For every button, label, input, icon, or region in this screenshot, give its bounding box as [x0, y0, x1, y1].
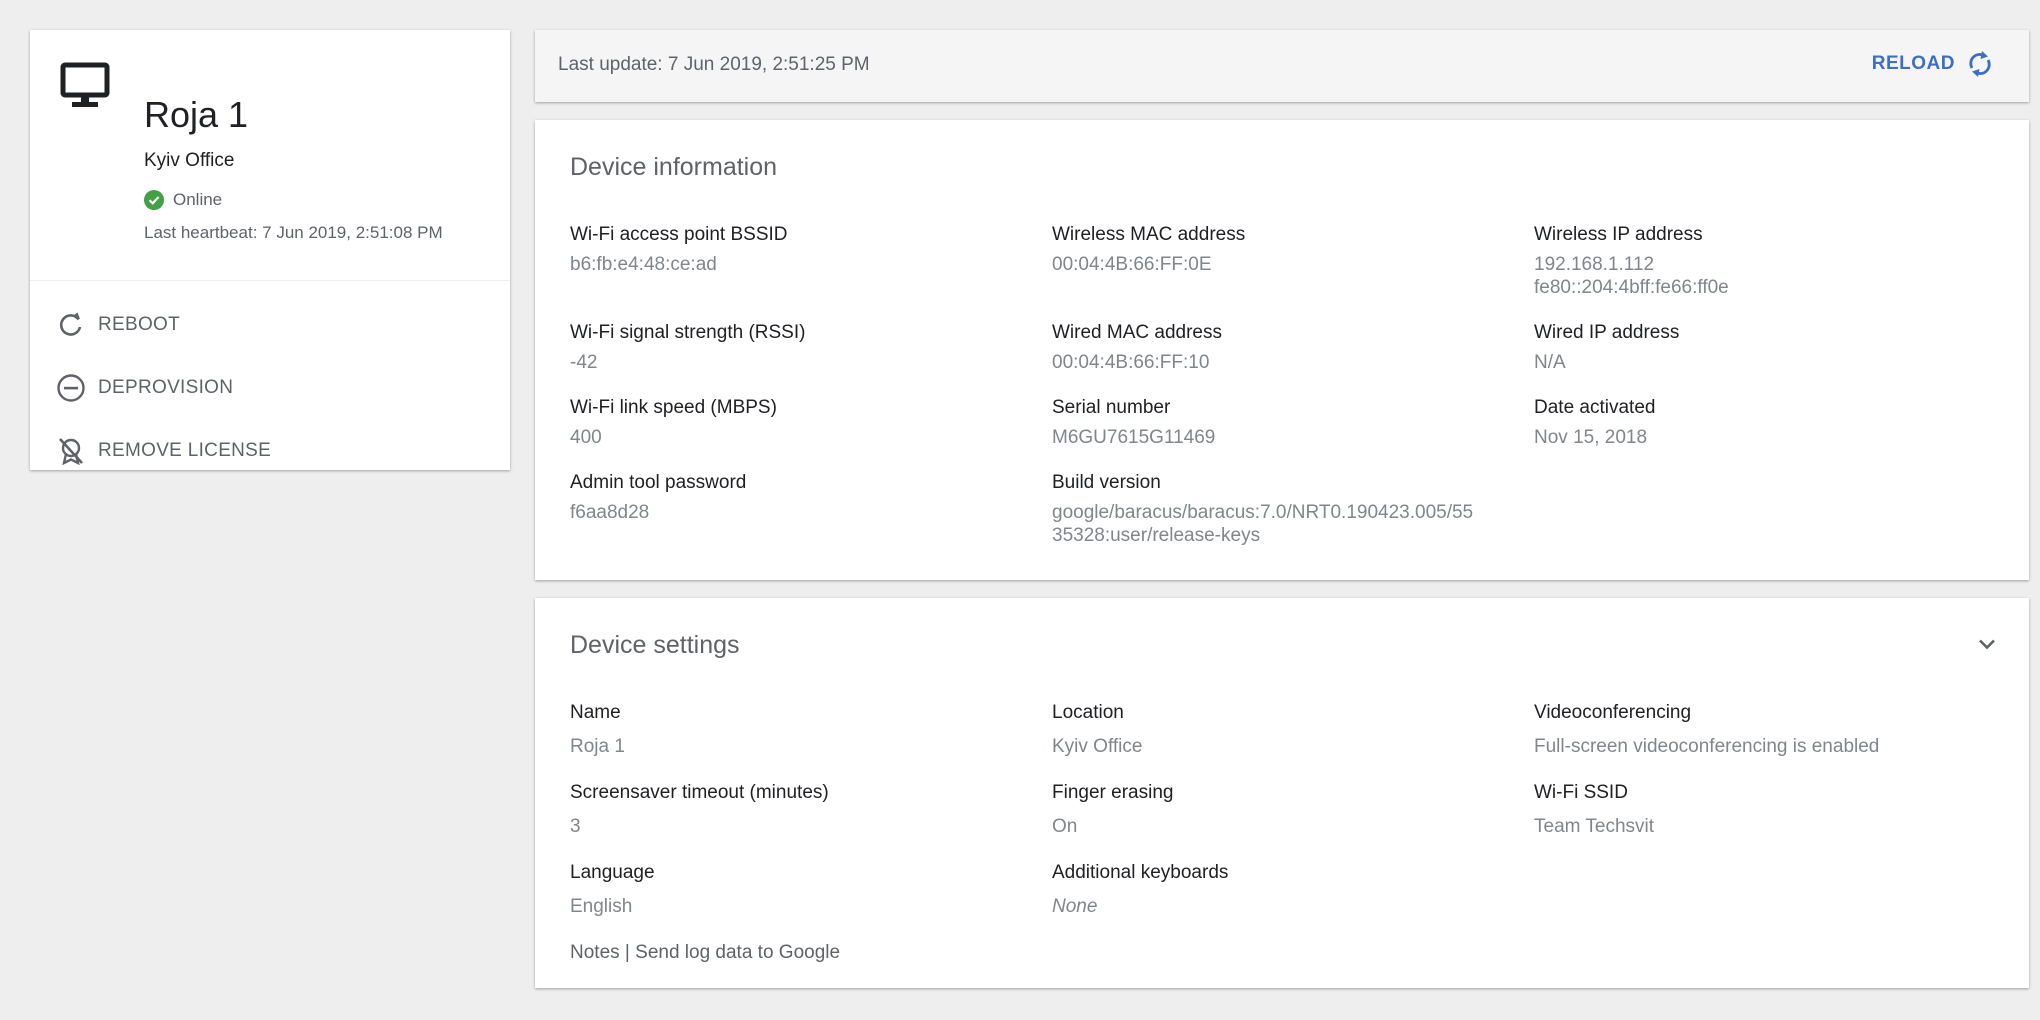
finger-erasing-field: Finger erasing On [1052, 781, 1522, 838]
last-update-text: Last update: 7 Jun 2019, 2:51:25 PM [558, 54, 870, 75]
wired-mac-value: 00:04:4B:66:FF:10 [1052, 352, 1210, 373]
divider [30, 280, 510, 281]
wifi-ssid-value: Team Techsvit [1534, 816, 1655, 837]
build-version-field: Build version google/baracus/baracus:7.0… [1052, 471, 1522, 547]
language-field: Language English [570, 861, 1040, 918]
license-off-icon [59, 438, 83, 466]
device-summary-card: Roja 1 Kyiv Office Online Last heartbeat… [30, 30, 510, 470]
wifi-ssid-field: Wi-Fi SSID Team Techsvit [1534, 781, 2004, 838]
wired-mac-field: Wired MAC address 00:04:4B:66:FF:10 [1052, 321, 1522, 374]
rssi-field: Wi-Fi signal strength (RSSI) -42 [570, 321, 1040, 374]
reload-button[interactable]: RELOAD [1872, 48, 1995, 80]
serial-number-field: Serial number M6GU7615G11469 [1052, 396, 1522, 449]
wifi-ssid-label: Wi-Fi SSID [1534, 782, 1628, 803]
link-separator: | [619, 942, 636, 963]
date-activated-label: Date activated [1534, 397, 1656, 418]
serial-number-value: M6GU7615G11469 [1052, 427, 1216, 448]
rssi-value: -42 [570, 352, 598, 373]
device-settings-card: Device settings Name Roja 1 Location Kyi… [535, 598, 2029, 988]
admin-password-field: Admin tool password f6aa8d28 [570, 471, 1040, 524]
wired-mac-label: Wired MAC address [1052, 322, 1222, 343]
serial-number-label: Serial number [1052, 397, 1171, 418]
collapse-toggle[interactable] [1975, 632, 1999, 661]
update-bar: Last update: 7 Jun 2019, 2:51:25 PM RELO… [535, 30, 2029, 102]
additional-keyboards-label: Additional keyboards [1052, 862, 1229, 883]
status-text: Online [173, 190, 223, 209]
status-indicator: Online [144, 190, 222, 210]
additional-keyboards-field: Additional keyboards None [1052, 861, 1522, 918]
screensaver-value: 3 [570, 816, 581, 837]
finger-erasing-value: On [1052, 816, 1078, 837]
device-name: Roja 1 [144, 94, 249, 135]
location-value: Kyiv Office [1052, 736, 1143, 757]
wireless-ip-label: Wireless IP address [1534, 224, 1703, 245]
date-activated-field: Date activated Nov 15, 2018 [1534, 396, 2004, 449]
build-version-value-line2: 35328:user/release-keys [1052, 525, 1261, 546]
check-circle-icon [144, 190, 164, 210]
footer-links: Notes | Send log data to Google [570, 942, 840, 964]
wired-ip-field: Wired IP address N/A [1534, 321, 2004, 374]
wired-ip-label: Wired IP address [1534, 322, 1680, 343]
wireless-mac-value: 00:04:4B:66:FF:0E [1052, 254, 1212, 275]
device-information-title: Device information [570, 153, 778, 181]
name-field: Name Roja 1 [570, 701, 1040, 758]
name-value: Roja 1 [570, 736, 625, 757]
location-label: Location [1052, 702, 1124, 723]
rssi-label: Wi-Fi signal strength (RSSI) [570, 322, 806, 343]
build-version-label: Build version [1052, 472, 1161, 493]
deprovision-label: DEPROVISION [98, 377, 234, 398]
bssid-field: Wi-Fi access point BSSID b6:fb:e4:48:ce:… [570, 223, 1040, 276]
location-field: Location Kyiv Office [1052, 701, 1522, 758]
screensaver-field: Screensaver timeout (minutes) 3 [570, 781, 1040, 838]
wireless-ipv4-value: 192.168.1.112 [1534, 254, 1655, 275]
wired-ip-value: N/A [1534, 352, 1566, 373]
last-heartbeat: Last heartbeat: 7 Jun 2019, 2:51:08 PM [144, 223, 443, 242]
date-activated-value: Nov 15, 2018 [1534, 427, 1648, 448]
device-settings-title: Device settings [570, 631, 740, 659]
videoconferencing-value: Full-screen videoconferencing is enabled [1534, 736, 1880, 757]
additional-keyboards-value: None [1052, 896, 1098, 917]
minus-circle-icon [57, 374, 85, 402]
device-location: Kyiv Office [144, 150, 235, 171]
chevron-down-icon [1979, 639, 1995, 650]
reload-label: RELOAD [1871, 53, 1955, 74]
notes-link[interactable]: Notes [570, 942, 620, 963]
send-log-data-link[interactable]: Send log data to Google [635, 942, 840, 963]
device-information-card: Device information Wi-Fi access point BS… [535, 120, 2029, 580]
screensaver-label: Screensaver timeout (minutes) [570, 782, 829, 803]
refresh-icon [59, 312, 82, 336]
link-speed-value: 400 [570, 427, 602, 448]
wireless-ipv6-value: fe80::204:4bff:fe66:ff0e [1534, 277, 1729, 298]
admin-password-label: Admin tool password [570, 472, 747, 493]
wireless-mac-label: Wireless MAC address [1052, 224, 1246, 245]
admin-password-value: f6aa8d28 [570, 502, 650, 523]
name-label: Name [570, 702, 621, 723]
link-speed-field: Wi-Fi link speed (MBPS) 400 [570, 396, 1040, 449]
sync-icon [1969, 51, 1991, 77]
reboot-label: REBOOT [98, 314, 181, 335]
wireless-mac-field: Wireless MAC address 00:04:4B:66:FF:0E [1052, 223, 1522, 276]
monitor-icon [60, 62, 110, 107]
link-speed-label: Wi-Fi link speed (MBPS) [570, 397, 777, 418]
finger-erasing-label: Finger erasing [1052, 782, 1174, 803]
wireless-ip-field: Wireless IP address 192.168.1.112 fe80::… [1534, 223, 2004, 299]
bssid-label: Wi-Fi access point BSSID [570, 224, 788, 245]
remove-license-label: REMOVE LICENSE [98, 440, 272, 461]
deprovision-button[interactable]: DEPROVISION [56, 373, 233, 403]
language-value: English [570, 896, 633, 917]
language-label: Language [570, 862, 655, 883]
videoconferencing-field: Videoconferencing Full-screen videoconfe… [1534, 701, 2004, 758]
bssid-value: b6:fb:e4:48:ce:ad [570, 254, 717, 275]
build-version-value-line1: google/baracus/baracus:7.0/NRT0.190423.0… [1052, 502, 1474, 523]
remove-license-button[interactable]: REMOVE LICENSE [56, 436, 271, 466]
reboot-button[interactable]: REBOOT [56, 310, 180, 340]
videoconferencing-label: Videoconferencing [1534, 702, 1692, 723]
